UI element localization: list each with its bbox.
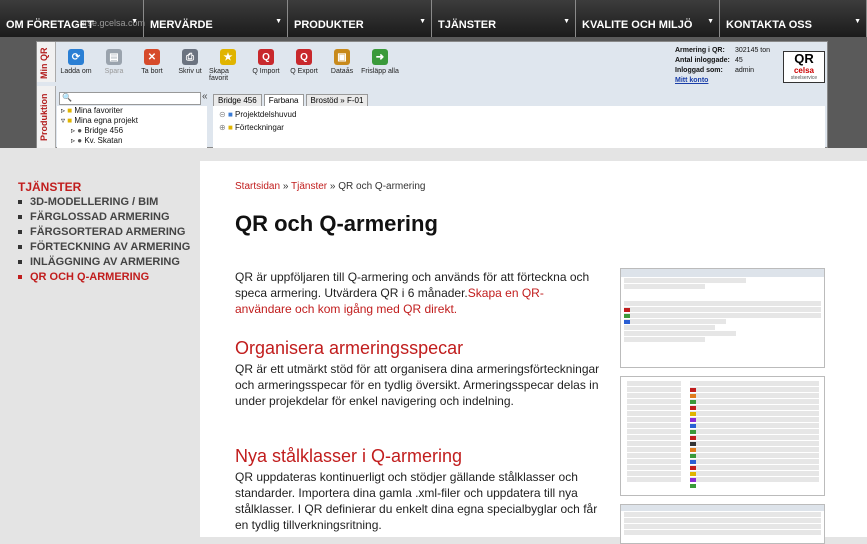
intro-paragraph: QR är uppföljaren till Q-armering och an… xyxy=(235,269,600,317)
section-text-stalklasser: QR uppdateras kontinuerligt och stödjer … xyxy=(235,470,598,532)
nav-item-label: KVALITE OCH MILJÖ xyxy=(582,18,693,31)
ribbon-button-label: Skriv ut xyxy=(178,68,202,75)
breadcrumb-separator: » xyxy=(329,181,336,192)
sidebar-item[interactable]: INLÄGGNING AV ARMERING xyxy=(18,255,195,270)
nav-item-label: PRODUKTER xyxy=(294,18,364,31)
q-import-icon: Q xyxy=(258,49,274,65)
breadcrumb-section-link[interactable]: Tjänster xyxy=(291,181,327,192)
logo-celsa-text: celsa xyxy=(793,66,815,75)
armering-value: 302145 ton xyxy=(735,47,771,54)
ribbon-button: ▣ Dataås xyxy=(323,45,361,85)
nav-item-kontakta-oss[interactable]: KONTAKTA OSS ▼ xyxy=(720,0,867,37)
antal-label: Antal inloggade: xyxy=(675,57,730,64)
sidebar-item[interactable]: FÄRGSORTERAD ARMERING xyxy=(18,225,195,240)
screenshot-thumbnail-2[interactable] xyxy=(620,376,825,496)
vertical-tab-label: Produktion xyxy=(39,93,49,141)
nav-item-label: TJÄNSTER xyxy=(438,18,497,31)
ribbon-button: ⟳ Ladda om xyxy=(57,45,95,85)
section-heading-organisera: Organisera armeringsspecar xyxy=(235,338,464,358)
ribbon-button-label: Ladda om xyxy=(60,68,92,75)
section-text-organisera: QR är ett utmärkt stöd för att organiser… xyxy=(235,362,600,408)
app-ribbon: ⟳ Ladda om ▤ Spara ✕ Ta bort ⎙ Skriv ut ★ Skapa f… xyxy=(57,45,399,85)
nav-item-kvalite-och-miljo[interactable]: KVALITE OCH MILJÖ ▼ xyxy=(576,0,720,37)
release-icon: ➜ xyxy=(372,49,388,65)
ribbon-button: ✕ Ta bort xyxy=(133,45,171,85)
inloggad-label: Inloggad som: xyxy=(675,67,723,74)
sidebar-item[interactable]: 3D-MODELLERING / BIM xyxy=(18,195,195,210)
print-icon: ⎙ xyxy=(182,49,198,65)
tree-item: ▹ ■ Mina favoriter xyxy=(61,106,123,115)
document-area: ⊝ ■ Projektdelshuvud ⊕ ■ Förteckningar xyxy=(213,106,825,148)
nav-item-label: KONTAKTA OSS xyxy=(726,18,812,31)
breadcrumb-separator: » xyxy=(282,181,289,192)
vertical-tab-label: Min QR xyxy=(39,47,49,79)
chevron-down-icon: ▼ xyxy=(419,18,426,25)
project-tree: ▹ ■ Mina favoriter ▿ ■ Mina egna projekt… xyxy=(57,106,207,148)
breadcrumb: Startsidan » Tjänster » QR och Q-armerin… xyxy=(235,181,425,192)
ribbon-button-label: Ta bort xyxy=(141,68,163,75)
qr-celsa-logo: QR celsa steelservice xyxy=(783,51,825,83)
sidebar-item[interactable]: FÖRTECKNING AV ARMERING xyxy=(18,240,195,255)
ribbon-button-label: Dataås xyxy=(330,68,354,75)
doc-item: ⊕ ■ Förteckningar xyxy=(219,123,284,132)
save-icon: ▤ xyxy=(106,49,122,65)
chevron-down-icon: ▼ xyxy=(707,18,714,25)
refresh-icon: ⟳ xyxy=(68,49,84,65)
header-banner: Min QR Produktion ⟳ Ladda om ▤ Spara ✕ Ta bor… xyxy=(0,0,867,148)
star-icon: ★ xyxy=(220,49,236,65)
ribbon-button-label: Skapa favorit xyxy=(209,68,229,82)
lock-icon: ▣ xyxy=(334,49,350,65)
app-search-box: 🔍 xyxy=(59,92,201,105)
page-title: QR och Q-armering xyxy=(235,211,438,236)
sidebar-menu: 3D-MODELLERING / BIM FÄRGLOSSAD ARMERING F… xyxy=(18,195,195,285)
chevron-down-icon: ▼ xyxy=(563,18,570,25)
document-tabs: Bridge 456 Farbana Brostöd » F-01 xyxy=(213,94,463,107)
ribbon-button: Q Q Import xyxy=(247,45,285,85)
chevron-down-icon: ▼ xyxy=(275,18,282,25)
mitt-konto-link: Mitt konto xyxy=(675,77,709,84)
sidebar-item[interactable]: FÄRGLOSSAD ARMERING xyxy=(18,210,195,225)
logo-sub-text: steelservice xyxy=(790,75,818,81)
tree-item: ▿ ■ Mina egna projekt xyxy=(61,116,138,125)
delete-icon: ✕ xyxy=(144,49,160,65)
ribbon-button: ➜ Frisläpp alla xyxy=(361,45,399,85)
search-icon: 🔍 xyxy=(62,93,72,102)
collapse-icon: « xyxy=(202,91,208,102)
ribbon-button: ★ Skapa favorit xyxy=(209,45,247,85)
ribbon-button: ⎙ Skriv ut xyxy=(171,45,209,85)
app-screenshot: Min QR Produktion ⟳ Ladda om ▤ Spara ✕ Ta bor… xyxy=(36,41,828,148)
breadcrumb-home-link[interactable]: Startsidan xyxy=(235,181,280,192)
screenshot-thumbnail-3[interactable] xyxy=(620,504,825,544)
vertical-tab-min-qr: Min QR xyxy=(37,42,56,82)
chevron-down-icon: ▼ xyxy=(854,18,861,25)
logo-qr-text: QR xyxy=(794,51,814,66)
sidebar-title: TJÄNSTER xyxy=(18,180,82,194)
screenshot-thumbnail-1[interactable] xyxy=(620,268,825,368)
sidebar-item[interactable]: QR OCH Q-ARMERING xyxy=(18,270,195,285)
nav-item-tjanster[interactable]: TJÄNSTER ▼ xyxy=(432,0,576,37)
tree-item: ▹ ● Kv. Skatan xyxy=(71,136,123,145)
tree-item: ▹ ● Bridge 456 xyxy=(71,126,124,135)
nav-item-mervarde[interactable]: MERVÄRDE ▼ xyxy=(144,0,288,37)
ribbon-button: ▤ Spara xyxy=(95,45,133,85)
ribbon-button-label: Q Import xyxy=(252,68,280,75)
ribbon-button: Q Q Export xyxy=(285,45,323,85)
nav-item-om-foretaget[interactable]: OM FÖRETAGET ▼ xyxy=(0,0,144,37)
ribbon-button-label: Spara xyxy=(104,68,124,75)
nav-item-label: OM FÖRETAGET xyxy=(6,18,94,31)
section-heading-stalklasser: Nya stålklasser i Q-armering xyxy=(235,446,463,466)
armering-label: Armering i QR: xyxy=(675,47,725,54)
nav-item-label: MERVÄRDE xyxy=(150,18,213,31)
q-export-icon: Q xyxy=(296,49,312,65)
ribbon-button-label: Q Export xyxy=(290,68,318,75)
chevron-down-icon: ▼ xyxy=(131,18,138,25)
inloggad-value: admin xyxy=(735,67,755,74)
ribbon-button-label: Frisläpp alla xyxy=(361,68,399,75)
vertical-tab-produktion: Produktion xyxy=(37,86,56,148)
nav-item-produkter[interactable]: PRODUKTER ▼ xyxy=(288,0,432,37)
antal-value: 45 xyxy=(735,57,743,64)
breadcrumb-current: QR och Q-armering xyxy=(338,181,426,192)
main-nav: ...arse.gcelsa.com OM FÖRETAGET ▼ MERVÄRDE… xyxy=(0,0,867,37)
doc-item: ⊝ ■ Projektdelshuvud xyxy=(219,110,297,119)
